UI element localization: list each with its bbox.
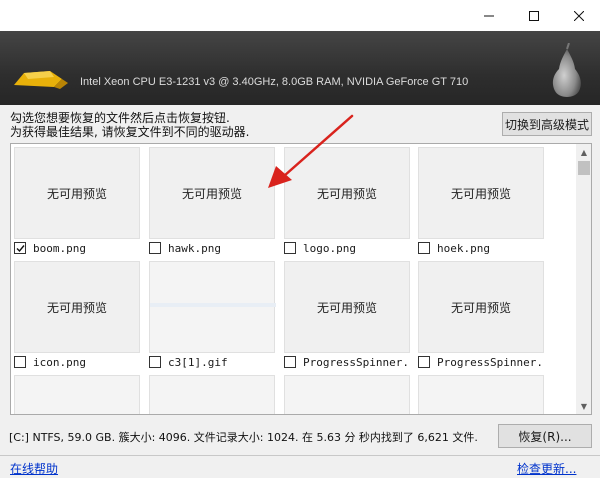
no-preview-text: 无可用预览 (316, 186, 377, 201)
file-thumbnail: 无可用预览 (418, 147, 544, 239)
file-tile[interactable] (418, 375, 544, 414)
footer-divider (0, 455, 600, 456)
file-name: logo.png (303, 241, 356, 255)
scrollbar-thumb[interactable] (578, 161, 590, 175)
file-tile[interactable]: c3[1].gif (149, 261, 276, 369)
close-icon (574, 10, 584, 21)
file-thumbnail (418, 375, 544, 414)
no-preview-text: 无可用预览 (181, 186, 242, 201)
file-tile[interactable]: 无可用预览 hawk.png (149, 147, 275, 255)
recover-button[interactable]: 恢复(R)... (498, 424, 592, 448)
instruction-line-1: 勾选您想要恢复的文件然后点击恢复按钮. (10, 111, 230, 125)
file-tile[interactable] (14, 375, 140, 414)
file-tile[interactable]: 无可用预览 boom.png (14, 147, 140, 255)
maximize-icon (529, 10, 539, 21)
vertical-scrollbar[interactable]: ▲ ▼ (576, 144, 591, 414)
file-checkbox[interactable] (149, 356, 161, 368)
pear-logo-icon (552, 43, 581, 97)
image-preview-strip (150, 303, 276, 307)
no-preview-text: 无可用预览 (450, 186, 511, 201)
file-name: hawk.png (168, 241, 221, 255)
switch-advanced-mode-button[interactable]: 切换到高级模式 (502, 112, 592, 136)
file-thumbnail: 无可用预览 (418, 261, 544, 353)
file-checkbox[interactable] (14, 356, 26, 368)
file-thumbnail (149, 261, 276, 353)
file-checkbox[interactable] (284, 356, 296, 368)
check-updates-link[interactable]: 检查更新... (517, 460, 576, 477)
file-tile[interactable] (284, 375, 410, 414)
file-name: icon.png (33, 355, 86, 369)
file-checkbox[interactable] (149, 242, 161, 254)
no-preview-text: 无可用预览 (46, 300, 107, 315)
checkmark-icon (16, 245, 25, 253)
file-checkbox[interactable] (418, 356, 430, 368)
recuva-logo-icon (14, 71, 68, 89)
file-thumbnail: 无可用预览 (14, 147, 140, 239)
file-checkbox[interactable] (14, 242, 26, 254)
title-bar (0, 0, 600, 31)
scan-status: [C:] NTFS, 59.0 GB. 簇大小: 4096. 文件记录大小: 1… (9, 431, 478, 444)
file-thumbnail (14, 375, 140, 414)
file-tile[interactable]: 无可用预览 hoek.png (418, 147, 544, 255)
minimize-button[interactable] (466, 0, 512, 31)
file-name: ProgressSpinner... (303, 355, 410, 369)
file-checkbox[interactable] (418, 242, 430, 254)
file-name: c3[1].gif (168, 355, 228, 369)
close-button[interactable] (556, 0, 600, 31)
scroll-down-arrow-icon[interactable]: ▼ (576, 398, 591, 414)
file-thumbnail: 无可用预览 (149, 147, 275, 239)
file-tile[interactable]: 无可用预览 ProgressSpinner... (284, 261, 410, 369)
scroll-up-arrow-icon[interactable]: ▲ (576, 144, 591, 160)
file-thumbnail: 无可用预览 (14, 261, 140, 353)
file-tile[interactable]: 无可用预览 icon.png (14, 261, 140, 369)
file-thumbnail: 无可用预览 (284, 261, 410, 353)
file-name: boom.png (33, 241, 86, 255)
file-thumbnail (149, 375, 275, 414)
file-thumbnail (284, 375, 410, 414)
file-name: ProgressSpinner... (437, 355, 544, 369)
minimize-icon (484, 15, 494, 16)
app-header: Intel Xeon CPU E3-1231 v3 @ 3.40GHz, 8.0… (0, 31, 600, 105)
system-info: Intel Xeon CPU E3-1231 v3 @ 3.40GHz, 8.0… (80, 76, 469, 88)
instruction-line-2: 为获得最佳结果, 请恢复文件到不同的驱动器. (10, 125, 250, 139)
file-tile[interactable]: 无可用预览 ProgressSpinner... (418, 261, 544, 369)
no-preview-text: 无可用预览 (316, 300, 377, 315)
file-thumbnail: 无可用预览 (284, 147, 410, 239)
file-tile[interactable] (149, 375, 275, 414)
online-help-link[interactable]: 在线帮助 (10, 460, 58, 477)
instructions: 勾选您想要恢复的文件然后点击恢复按钮. 为获得最佳结果, 请恢复文件到不同的驱动… (10, 111, 249, 139)
maximize-button[interactable] (511, 0, 557, 31)
no-preview-text: 无可用预览 (46, 186, 107, 201)
file-checkbox[interactable] (284, 242, 296, 254)
no-preview-text: 无可用预览 (450, 300, 511, 315)
file-tile[interactable]: 无可用预览 logo.png (284, 147, 410, 255)
file-name: hoek.png (437, 241, 490, 255)
file-grid: 无可用预览 boom.png 无可用预览 hawk.png 无可用预览 logo… (10, 143, 592, 415)
